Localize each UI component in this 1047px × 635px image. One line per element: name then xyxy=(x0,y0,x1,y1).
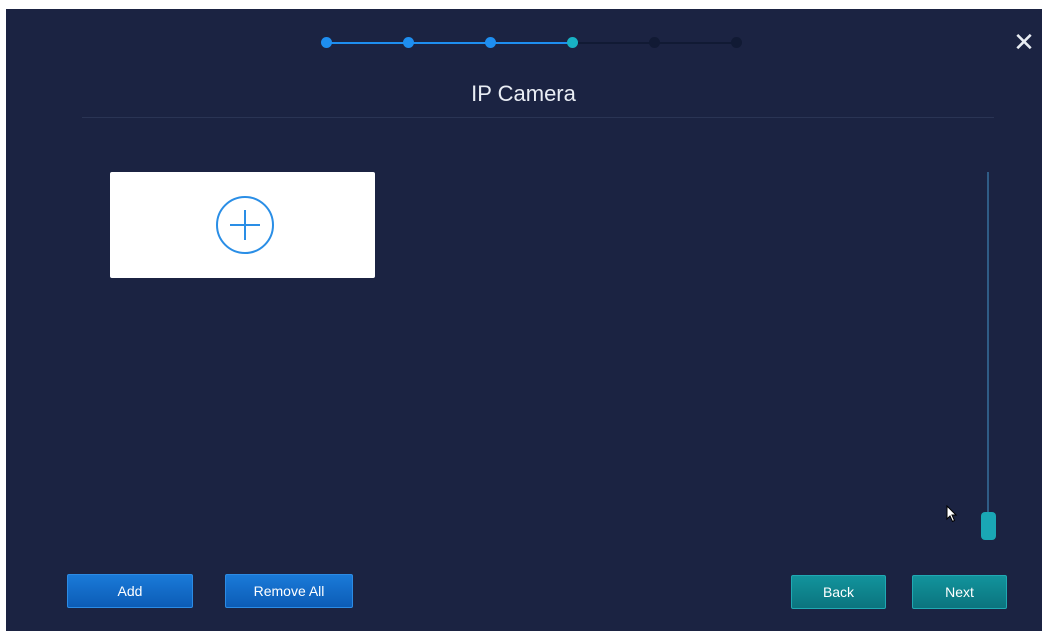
mouse-pointer-icon xyxy=(946,505,958,523)
page-title: IP Camera xyxy=(471,81,576,106)
add-button[interactable]: Add xyxy=(67,574,193,608)
close-icon[interactable]: ✕ xyxy=(1012,29,1036,55)
add-camera-tile[interactable] xyxy=(110,172,375,278)
back-button[interactable]: Back xyxy=(791,575,886,609)
scrollbar-thumb[interactable] xyxy=(981,512,996,540)
remove-all-button[interactable]: Remove All xyxy=(225,574,353,608)
next-button[interactable]: Next xyxy=(912,575,1007,609)
step-connector xyxy=(326,42,408,44)
step-dot xyxy=(649,37,660,48)
step-dot xyxy=(731,37,742,48)
step-connector xyxy=(654,42,736,44)
wizard-progress-steps xyxy=(321,37,742,48)
step-dot xyxy=(321,37,332,48)
step-connector xyxy=(490,42,572,44)
step-dot xyxy=(403,37,414,48)
title-divider xyxy=(82,117,994,118)
step-connector xyxy=(572,42,654,44)
scrollbar-track[interactable] xyxy=(987,172,989,540)
plus-circle-icon xyxy=(216,196,274,254)
step-connector xyxy=(408,42,490,44)
step-dot xyxy=(567,37,578,48)
step-dot xyxy=(485,37,496,48)
